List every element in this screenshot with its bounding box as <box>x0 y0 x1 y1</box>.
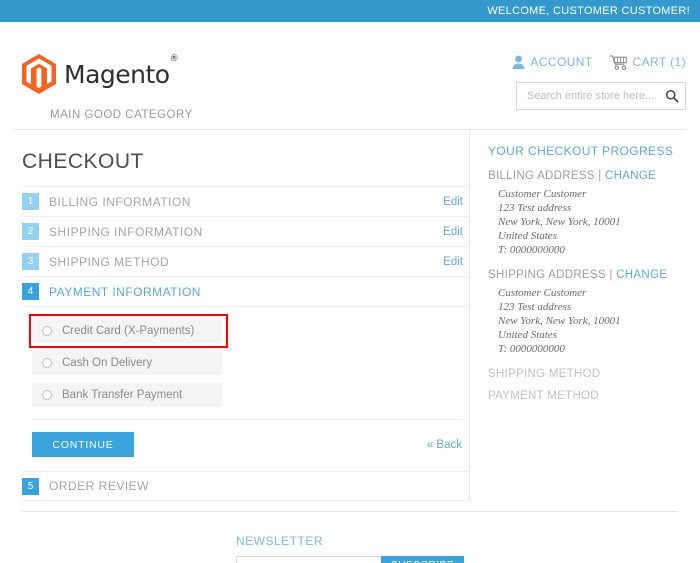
logo-registered-mark: ® <box>169 54 179 65</box>
address-line: United States <box>498 230 557 242</box>
step-label: BILLING INFORMATION <box>49 194 191 209</box>
step-number-badge: 4 <box>22 283 39 300</box>
radio-icon[interactable] <box>42 390 52 400</box>
newsletter-section: NEWSLETTER SUBSCRIBE <box>14 534 686 563</box>
sidebar-title: YOUR CHECKOUT PROGRESS <box>488 144 674 158</box>
newsletter-email-input[interactable] <box>236 556 381 563</box>
cart-icon <box>609 54 628 70</box>
checkout-column: CHECKOUT 1 BILLING INFORMATION Edit 2 SH… <box>14 130 469 501</box>
checkout-step-payment-information[interactable]: 4 PAYMENT INFORMATION <box>22 277 469 307</box>
payment-option-label: Credit Card (X-Payments) <box>62 325 195 337</box>
step-label: ORDER REVIEW <box>49 479 150 493</box>
address-line: 123 Test address <box>498 202 572 214</box>
step-label: SHIPPING METHOD <box>49 254 170 269</box>
magento-logo[interactable]: Magento® <box>22 54 179 94</box>
top-welcome-bar: WELCOME, CUSTOMER CUSTOMER! <box>0 0 700 22</box>
billing-address-block: Customer Customer 123 Test address New Y… <box>488 187 686 257</box>
radio-icon[interactable] <box>42 326 52 336</box>
page-title: CHECKOUT <box>22 150 144 173</box>
logo-wordmark: Magento® <box>64 54 179 89</box>
account-label: ACCOUNT <box>530 55 593 69</box>
address-line: Customer Customer <box>498 287 587 299</box>
newsletter-title: NEWSLETTER <box>236 534 324 548</box>
account-link[interactable]: ACCOUNT <box>512 55 592 69</box>
header-right-group: ACCOUNT CART (1) <box>436 52 686 110</box>
sidebar-shipping-method: SHIPPING METHOD <box>488 368 601 380</box>
main-content: CHECKOUT 1 BILLING INFORMATION Edit 2 SH… <box>0 130 700 501</box>
shipping-address-label: SHIPPING ADDRESS | <box>488 269 613 281</box>
cart-link[interactable]: CART (1) <box>609 54 686 70</box>
radio-icon[interactable] <box>42 358 52 368</box>
checkout-step-order-review[interactable]: 5 ORDER REVIEW <box>22 471 469 501</box>
billing-address-heading: BILLING ADDRESS | CHANGE <box>488 170 686 182</box>
newsletter-form: SUBSCRIBE <box>236 556 686 563</box>
shipping-address-heading: SHIPPING ADDRESS | CHANGE <box>488 269 686 281</box>
search-icon[interactable] <box>665 89 679 103</box>
payment-option-label: Bank Transfer Payment <box>62 389 183 401</box>
nav-item-main-good-category[interactable]: MAIN GOOD CATEGORY <box>50 109 193 121</box>
edit-link-billing-information[interactable]: Edit <box>443 196 463 208</box>
payment-option-cash-on-delivery[interactable]: Cash On Delivery <box>32 351 222 375</box>
magento-logo-icon <box>22 54 56 94</box>
payment-actions: CONTINUE « Back <box>32 419 462 457</box>
billing-change-link[interactable]: CHANGE <box>605 170 656 182</box>
address-line: New York, New York, 10001 <box>498 315 621 327</box>
checkout-step-shipping-information[interactable]: 2 SHIPPING INFORMATION Edit <box>22 217 469 247</box>
cart-label: CART (1) <box>632 55 686 69</box>
edit-link-shipping-information[interactable]: Edit <box>443 226 463 238</box>
sidebar-payment-method: PAYMENT METHOD <box>488 390 599 402</box>
page-root: WELCOME, CUSTOMER CUSTOMER! Magento® ACC… <box>0 0 700 563</box>
welcome-message: WELCOME, CUSTOMER CUSTOMER! <box>487 5 690 17</box>
checkout-steps: 1 BILLING INFORMATION Edit 2 SHIPPING IN… <box>22 186 469 307</box>
site-footer: NEWSLETTER SUBSCRIBE <box>0 511 700 563</box>
shipping-address-block: Customer Customer 123 Test address New Y… <box>488 286 686 356</box>
billing-address-label: BILLING ADDRESS | <box>488 170 602 182</box>
checkout-progress-sidebar: YOUR CHECKOUT PROGRESS BILLING ADDRESS |… <box>469 130 686 501</box>
footer-divider <box>22 511 678 512</box>
address-line: Customer Customer <box>498 188 587 200</box>
header-links: ACCOUNT CART (1) <box>436 52 686 72</box>
step-number-badge: 3 <box>22 253 39 270</box>
shipping-change-link[interactable]: CHANGE <box>616 269 667 281</box>
step-label: PAYMENT INFORMATION <box>49 284 201 299</box>
step-number-badge: 2 <box>22 223 39 240</box>
step-number-badge: 5 <box>22 477 39 495</box>
payment-methods-panel: Credit Card (X-Payments) Cash On Deliver… <box>22 307 469 457</box>
address-line: New York, New York, 10001 <box>498 216 621 228</box>
site-header: Magento® ACCOUNT CART (1) Search entire … <box>0 22 700 110</box>
back-link[interactable]: « Back <box>427 439 462 451</box>
search-input[interactable] <box>525 89 665 103</box>
payment-option-credit-card[interactable]: Credit Card (X-Payments) <box>29 314 228 348</box>
subscribe-button[interactable]: SUBSCRIBE <box>381 556 465 563</box>
step-number-badge: 1 <box>22 193 39 210</box>
step-label: SHIPPING INFORMATION <box>49 224 203 239</box>
payment-option-label: Cash On Delivery <box>62 357 153 369</box>
user-icon <box>512 55 525 69</box>
edit-link-shipping-method[interactable]: Edit <box>443 256 463 268</box>
address-line: United States <box>498 329 557 341</box>
address-line: 123 Test address <box>498 301 572 313</box>
checkout-step-shipping-method[interactable]: 3 SHIPPING METHOD Edit <box>22 247 469 277</box>
payment-option-bank-transfer[interactable]: Bank Transfer Payment <box>32 383 222 407</box>
search-box[interactable] <box>516 82 686 110</box>
continue-button[interactable]: CONTINUE <box>32 432 134 457</box>
checkout-step-billing-information[interactable]: 1 BILLING INFORMATION Edit <box>22 187 469 217</box>
address-line: T: 0000000000 <box>498 244 565 256</box>
address-line: T: 0000000000 <box>498 343 565 355</box>
